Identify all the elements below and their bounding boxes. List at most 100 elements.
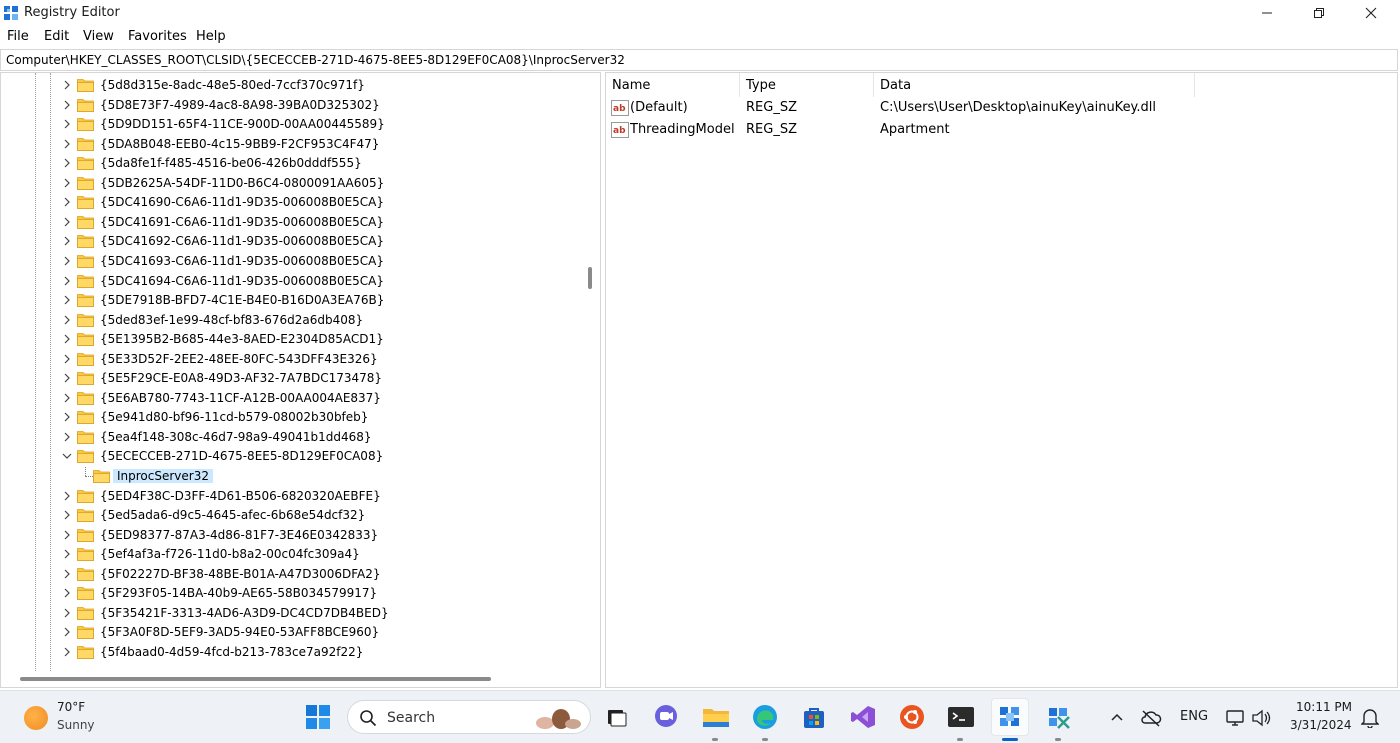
chevron-down-icon[interactable] [62, 451, 72, 461]
tree-item[interactable]: {5ded83ef-1e99-48cf-bf83-676d2a6db408} [1, 311, 581, 331]
tree-item[interactable]: {5DC41690-C6A6-11d1-9D35-006008B0E5CA} [1, 193, 581, 213]
chevron-right-icon[interactable] [62, 295, 72, 305]
chevron-right-icon[interactable] [62, 158, 72, 168]
tree-item[interactable]: {5ed5ada6-d9c5-4645-afec-6b68e54dcf32} [1, 506, 581, 526]
close-button[interactable] [1348, 0, 1394, 26]
tree-item[interactable]: {5f4baad0-4d59-4fcd-b213-783ce7a92f22} [1, 643, 581, 663]
tree-item[interactable]: {5E6AB780-7743-11CF-A12B-00AA004AE837} [1, 389, 581, 409]
chevron-right-icon[interactable] [62, 334, 72, 344]
onedrive-button[interactable] [1137, 704, 1165, 732]
tree-item[interactable]: {5F35421F-3313-4AD6-A3D9-DC4CD7DB4BED} [1, 604, 581, 624]
network-button[interactable] [1222, 704, 1250, 732]
maximize-button[interactable] [1296, 0, 1342, 26]
weather-temperature[interactable]: 70°F [57, 700, 85, 714]
chevron-right-icon[interactable] [62, 373, 72, 383]
chevron-right-icon[interactable] [62, 276, 72, 286]
tree-item[interactable]: {5F02227D-BF38-48BE-B01A-A47D3006DFA2} [1, 565, 581, 585]
store-button[interactable] [800, 703, 828, 731]
horizontal-scrollbar-thumb[interactable] [20, 677, 491, 681]
input-language[interactable]: ENG [1180, 709, 1208, 724]
edge-button[interactable] [751, 703, 779, 731]
chevron-right-icon[interactable] [62, 530, 72, 540]
chevron-right-icon[interactable] [62, 432, 72, 442]
chevron-right-icon[interactable] [62, 197, 72, 207]
chevron-right-icon[interactable] [62, 236, 72, 246]
tree-item[interactable]: {5da8fe1f-f485-4516-be06-426b0dddf555} [1, 154, 581, 174]
chevron-right-icon[interactable] [62, 510, 72, 520]
chevron-right-icon[interactable] [62, 569, 72, 579]
tree-item[interactable]: {5DA8B048-EEB0-4c15-9BB9-F2CF953C4F47} [1, 135, 581, 155]
tree-item-inprocserver32[interactable]: InprocServer32 [1, 467, 581, 487]
tree-item[interactable]: {5E33D52F-2EE2-48EE-80FC-543DFF43E326} [1, 350, 581, 370]
horizontal-scrollbar[interactable] [1, 671, 581, 687]
tree-item[interactable]: {5DC41693-C6A6-11d1-9D35-006008B0E5CA} [1, 252, 581, 272]
tree-item[interactable]: {5DE7918B-BFD7-4C1E-B4E0-B16D0A3EA76B} [1, 291, 581, 311]
chevron-right-icon[interactable] [62, 491, 72, 501]
registry-editor-taskbar-button[interactable] [991, 698, 1029, 736]
sun-icon[interactable] [24, 706, 48, 730]
chevron-right-icon[interactable] [62, 178, 72, 188]
terminal-button[interactable] [947, 703, 975, 731]
column-header-type[interactable]: Type [740, 73, 874, 97]
tree-item[interactable]: {5ED98377-87A3-4d86-81F7-3E46E0342833} [1, 526, 581, 546]
app-button[interactable] [1044, 703, 1072, 731]
teams-chat-button[interactable] [652, 703, 680, 731]
chevron-right-icon[interactable] [62, 412, 72, 422]
column-header-name[interactable]: Name [606, 73, 740, 97]
show-hidden-icons-button[interactable] [1103, 704, 1131, 732]
tree-item[interactable]: {5DB2625A-54DF-11D0-B6C4-0800091AA605} [1, 174, 581, 194]
task-view-button[interactable] [603, 703, 631, 731]
tree-item[interactable]: {5DC41694-C6A6-11d1-9D35-006008B0E5CA} [1, 272, 581, 292]
tree-item[interactable]: {5ef4af3a-f726-11d0-b8a2-00c04fc309a4} [1, 545, 581, 565]
clock-time[interactable]: 10:11 PM [1296, 700, 1352, 714]
chevron-right-icon[interactable] [62, 315, 72, 325]
notifications-button[interactable] [1356, 704, 1384, 732]
menu-favorites[interactable]: Favorites [128, 29, 187, 44]
tree-item[interactable]: {5e941d80-bf96-11cd-b579-08002b30bfeb} [1, 408, 581, 428]
chevron-right-icon[interactable] [62, 608, 72, 618]
chevron-right-icon[interactable] [62, 217, 72, 227]
menu-view[interactable]: View [83, 29, 114, 44]
vertical-scrollbar[interactable] [581, 73, 599, 671]
values-pane[interactable]: Name Type Data ab (Default) REG_SZ C:\Us… [605, 72, 1398, 688]
chevron-right-icon[interactable] [62, 80, 72, 90]
tree-item[interactable]: {5ea4f148-308c-46d7-98a9-49041b1dd468} [1, 428, 581, 448]
chevron-right-icon[interactable] [62, 100, 72, 110]
chevron-right-icon[interactable] [62, 393, 72, 403]
tree-item[interactable]: {5F3A0F8D-5EF9-3AD5-94E0-53AFF8BCE960} [1, 623, 581, 643]
chevron-right-icon[interactable] [62, 647, 72, 657]
tree-item[interactable]: {5DC41691-C6A6-11d1-9D35-006008B0E5CA} [1, 213, 581, 233]
value-row[interactable]: ab ThreadingModel REG_SZ Apartment [606, 119, 1386, 141]
ubuntu-button[interactable] [898, 703, 926, 731]
clock-date[interactable]: 3/31/2024 [1290, 718, 1352, 732]
chevron-right-icon[interactable] [62, 256, 72, 266]
start-button[interactable] [304, 703, 332, 731]
vertical-scrollbar-thumb[interactable] [588, 267, 592, 289]
column-header-data[interactable]: Data [874, 73, 1195, 97]
chevron-right-icon[interactable] [62, 119, 72, 129]
tree-item[interactable]: {5DC41692-C6A6-11d1-9D35-006008B0E5CA} [1, 232, 581, 252]
tree-item[interactable]: {5F293F05-14BA-40b9-AE65-58B034579917} [1, 584, 581, 604]
volume-button[interactable] [1248, 704, 1276, 732]
menu-file[interactable]: File [7, 29, 29, 44]
key-tree-pane[interactable]: {5d8d315e-8adc-48e5-80ed-7ccf370c971f} {5… [0, 72, 601, 688]
address-bar[interactable]: Computer\HKEY_CLASSES_ROOT\CLSID\{5ECECC… [0, 49, 1398, 71]
chevron-right-icon[interactable] [62, 588, 72, 598]
chevron-right-icon[interactable] [62, 627, 72, 637]
tree-item[interactable]: {5D9DD151-65F4-11CE-900D-00AA00445589} [1, 115, 581, 135]
tree-item[interactable]: {5E5F29CE-E0A8-49D3-AF32-7A7BDC173478} [1, 369, 581, 389]
minimize-button[interactable] [1244, 0, 1290, 26]
menu-help[interactable]: Help [196, 29, 226, 44]
tree-item[interactable]: {5d8d315e-8adc-48e5-80ed-7ccf370c971f} [1, 76, 581, 96]
tree-item[interactable]: {5E1395B2-B685-44e3-8AED-E2304D85ACD1} [1, 330, 581, 350]
tree-item[interactable]: {5ED4F38C-D3FF-4D61-B506-6820320AEBFE} [1, 487, 581, 507]
taskbar-search[interactable]: Search [347, 700, 591, 734]
menu-edit[interactable]: Edit [44, 29, 69, 44]
tree-item[interactable]: {5D8E73F7-4989-4ac8-8A98-39BA0D325302} [1, 96, 581, 116]
file-explorer-button[interactable] [702, 703, 730, 731]
chevron-right-icon[interactable] [62, 139, 72, 149]
chevron-right-icon[interactable] [62, 354, 72, 364]
visual-studio-button[interactable] [849, 703, 877, 731]
tree-item[interactable]: {5ECECCEB-271D-4675-8EE5-8D129EF0CA08} [1, 447, 581, 467]
weather-description[interactable]: Sunny [57, 718, 95, 732]
